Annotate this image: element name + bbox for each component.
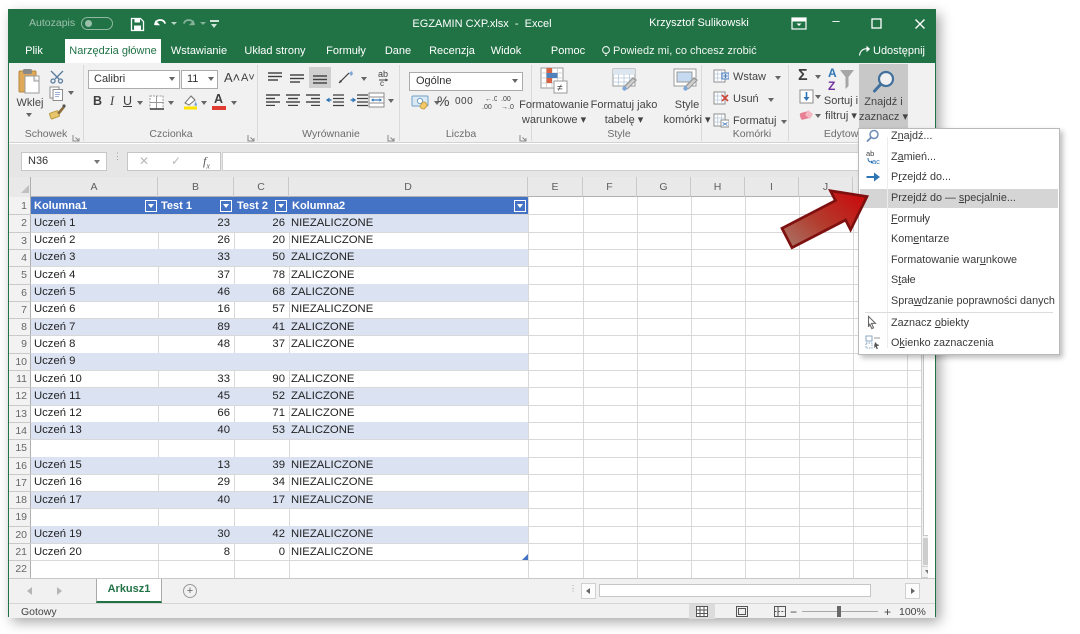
svg-text:ab: ab: [378, 69, 388, 79]
svg-text:.00: .00: [482, 104, 492, 110]
svg-text:←.0: ←.0: [485, 96, 497, 103]
svg-text:≠: ≠: [557, 83, 563, 94]
svg-text:c: c: [380, 79, 384, 87]
